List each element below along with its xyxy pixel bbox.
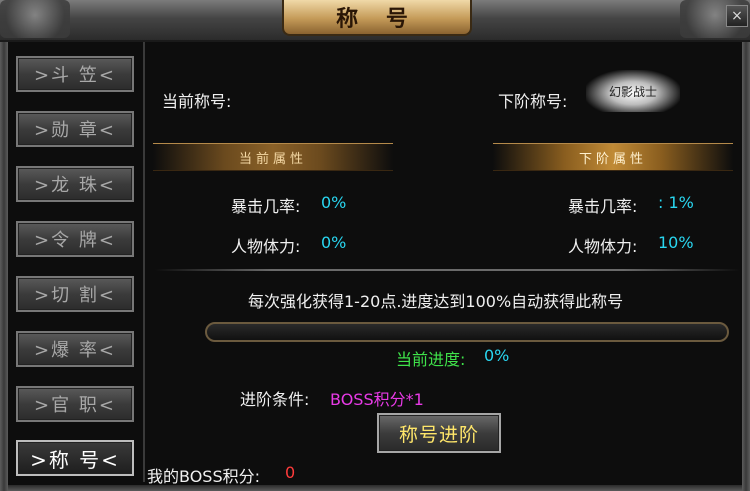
close-button[interactable]: × bbox=[726, 5, 748, 27]
next-title-badge: 幻影战士 bbox=[586, 70, 680, 112]
next-attrs-heading: 下阶属性 bbox=[493, 143, 733, 171]
boss-points-label: 我的BOSS积分: bbox=[147, 467, 260, 486]
boss-points-value: 0 bbox=[285, 463, 296, 482]
progress-bar bbox=[205, 322, 729, 342]
current-crit-label: 暴击几率: bbox=[231, 197, 301, 216]
current-stamina-value: 0% bbox=[321, 233, 347, 252]
next-crit-value: : 1% bbox=[658, 193, 694, 212]
next-stamina-value: 10% bbox=[658, 233, 694, 252]
dragon-ornament-left-icon bbox=[0, 0, 70, 38]
advance-title-button[interactable]: 称号进阶 bbox=[377, 413, 501, 453]
sidebar-item-cut[interactable]: >切 割< bbox=[16, 276, 134, 312]
sidebar-item-medal[interactable]: >勋 章< bbox=[16, 111, 134, 147]
condition-value: BOSS积分*1 bbox=[330, 390, 424, 409]
condition-label: 进阶条件: bbox=[240, 390, 310, 409]
next-stamina-label: 人物体力: bbox=[568, 237, 638, 256]
sidebar-item-dragonball[interactable]: >龙 珠< bbox=[16, 166, 134, 202]
window-titlebar: 称 号 × bbox=[0, 0, 750, 42]
current-attrs-heading: 当前属性 bbox=[153, 143, 393, 171]
sidebar-item-hat[interactable]: >斗 笠< bbox=[16, 56, 134, 92]
sidebar-item-title[interactable]: >称 号< bbox=[16, 440, 134, 476]
next-crit-label: 暴击几率: bbox=[568, 197, 638, 216]
window-title: 称 号 bbox=[282, 0, 472, 36]
title-window: 称 号 × >斗 笠< >勋 章< >龙 珠< >令 牌< >切 割< >爆 率… bbox=[0, 0, 750, 491]
current-crit-value: 0% bbox=[321, 193, 347, 212]
next-title-label: 下阶称号: bbox=[498, 92, 568, 111]
sidebar-item-token[interactable]: >令 牌< bbox=[16, 221, 134, 257]
sidebar-item-droprate[interactable]: >爆 率< bbox=[16, 331, 134, 367]
current-title-label: 当前称号: bbox=[162, 92, 232, 111]
section-divider bbox=[155, 269, 740, 271]
upgrade-description: 每次强化获得1-20点.进度达到100%自动获得此称号 bbox=[248, 292, 624, 311]
progress-value: 0% bbox=[484, 346, 510, 365]
progress-label: 当前进度: bbox=[396, 350, 466, 369]
current-stamina-label: 人物体力: bbox=[231, 237, 301, 256]
sidebar-item-rank[interactable]: >官 职< bbox=[16, 386, 134, 422]
category-sidebar: >斗 笠< >勋 章< >龙 珠< >令 牌< >切 割< >爆 率< >官 职… bbox=[10, 42, 145, 482]
